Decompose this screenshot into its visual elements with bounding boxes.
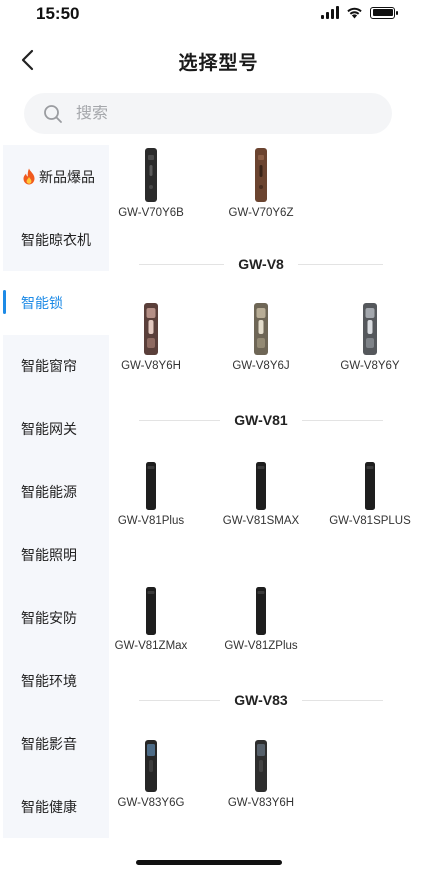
product-name: GW-V81Plus xyxy=(117,515,185,527)
product-card[interactable]: GW-V81ZMax xyxy=(101,586,201,652)
divider xyxy=(297,263,384,265)
sidebar-item-label: 智能网关 xyxy=(21,420,77,437)
smart-lock-rose-icon xyxy=(144,303,158,355)
product-card[interactable]: GW-V70Y6B xyxy=(101,147,201,219)
product-card[interactable]: GW-V81SPLUS xyxy=(320,461,420,527)
product-name: GW-V8Y6J xyxy=(232,360,290,372)
sidebar-item-energy[interactable]: 智能能源 xyxy=(3,460,109,523)
sidebar-item-audio-video[interactable]: 智能影音 xyxy=(3,712,109,775)
product-card[interactable]: GW-V81SMAX xyxy=(211,461,311,527)
sidebar-item-curtain[interactable]: 智能窗帘 xyxy=(3,334,109,397)
status-time: 15:50 xyxy=(36,4,80,23)
product-name: GW-V81ZMax xyxy=(114,640,188,652)
cellular-signal-icon xyxy=(321,6,339,19)
divider xyxy=(139,419,221,421)
product-card[interactable]: GW-V70Y6Z xyxy=(211,147,311,219)
sidebar-item-label: 智能照明 xyxy=(21,546,77,563)
product-name: GW-V8Y6H xyxy=(121,360,181,372)
sidebar-item-label: 智能窗帘 xyxy=(21,357,77,374)
smart-lock-black-icon xyxy=(256,462,266,510)
sidebar-item-gateway[interactable]: 智能网关 xyxy=(3,397,109,460)
product-card[interactable]: GW-V8Y6J xyxy=(211,302,311,372)
page-title: 选择型号 xyxy=(178,53,259,74)
sidebar-item-new-hot[interactable]: 新品爆品 xyxy=(3,145,109,208)
product-name: GW-V81SPLUS xyxy=(329,515,411,527)
smart-lock-black-icon xyxy=(146,462,156,510)
section-title: GW-V8 xyxy=(238,256,284,272)
sidebar-item-clothes-dryer[interactable]: 智能晾衣机 xyxy=(3,208,109,271)
search-bar[interactable] xyxy=(24,93,392,134)
battery-icon xyxy=(370,6,398,19)
search-input[interactable] xyxy=(76,104,356,123)
search-icon xyxy=(42,103,64,125)
section-header-gw-v81: GW-V81 xyxy=(139,410,383,430)
smart-lock-silver-icon xyxy=(363,303,377,355)
sidebar-item-label: 新品爆品 xyxy=(39,168,95,185)
home-indicator[interactable] xyxy=(136,860,282,865)
section-title: GW-V83 xyxy=(234,692,288,708)
product-name: GW-V81SMAX xyxy=(222,515,300,527)
status-icons xyxy=(321,6,398,19)
divider xyxy=(301,699,383,701)
status-bar: 15:50 xyxy=(0,0,437,30)
smart-lock-black-icon xyxy=(365,462,375,510)
product-card[interactable]: GW-V81Plus xyxy=(101,461,201,527)
category-sidebar: 新品爆品 智能晾衣机 智能锁 智能窗帘 智能网关 智能能源 智能照明 智能安防 … xyxy=(3,145,109,838)
product-card[interactable]: GW-V8Y6Y xyxy=(320,302,420,372)
sidebar-item-label: 智能健康 xyxy=(21,798,77,815)
nav-bar: 选择型号 xyxy=(0,38,437,82)
divider xyxy=(301,419,383,421)
product-card[interactable]: GW-V81ZPlus xyxy=(211,586,311,652)
section-header-gw-v8: GW-V8 xyxy=(139,254,384,274)
sidebar-item-label: 智能晾衣机 xyxy=(21,231,91,248)
smart-lock-screen-icon xyxy=(145,740,157,792)
section-header-gw-v83: GW-V83 xyxy=(139,690,383,710)
smart-lock-black-icon xyxy=(256,587,266,635)
divider xyxy=(139,699,221,701)
product-name: GW-V81ZPlus xyxy=(224,640,298,652)
product-name: GW-V70Y6Z xyxy=(228,207,294,219)
sidebar-item-environment[interactable]: 智能环境 xyxy=(3,649,109,712)
sidebar-item-lighting[interactable]: 智能照明 xyxy=(3,523,109,586)
sidebar-item-label: 智能锁 xyxy=(21,294,63,311)
smart-lock-screen-icon xyxy=(255,740,267,792)
product-card[interactable]: GW-V8Y6H xyxy=(101,302,201,372)
sidebar-item-label: 智能影音 xyxy=(21,735,77,752)
product-name: GW-V83Y6G xyxy=(117,797,185,809)
sidebar-item-security[interactable]: 智能安防 xyxy=(3,586,109,649)
battery-fill xyxy=(372,9,393,16)
divider xyxy=(139,263,225,265)
smart-lock-black-icon xyxy=(146,587,156,635)
wifi-icon xyxy=(347,7,362,19)
sidebar-item-label: 智能安防 xyxy=(21,609,77,626)
product-name: GW-V83Y6H xyxy=(227,797,295,809)
sidebar-item-label: 智能能源 xyxy=(21,483,77,500)
section-title: GW-V81 xyxy=(234,412,288,428)
smart-lock-champagne-icon xyxy=(254,303,268,355)
smart-lock-brown-icon xyxy=(255,148,267,202)
sidebar-item-label: 智能环境 xyxy=(21,672,77,689)
product-card[interactable]: GW-V83Y6H xyxy=(211,739,311,809)
product-list: GW-V70Y6B GW-V70Y6Z GW-V8 GW-V8Y6H GW-V8… xyxy=(109,145,437,845)
sidebar-item-smart-lock[interactable]: 智能锁 xyxy=(3,271,109,334)
product-card[interactable]: GW-V83Y6G xyxy=(101,739,201,809)
fire-icon xyxy=(21,168,37,185)
sidebar-item-health[interactable]: 智能健康 xyxy=(3,775,109,838)
product-name: GW-V8Y6Y xyxy=(340,360,400,372)
product-name: GW-V70Y6B xyxy=(118,207,184,219)
smart-lock-black-icon xyxy=(145,148,157,202)
